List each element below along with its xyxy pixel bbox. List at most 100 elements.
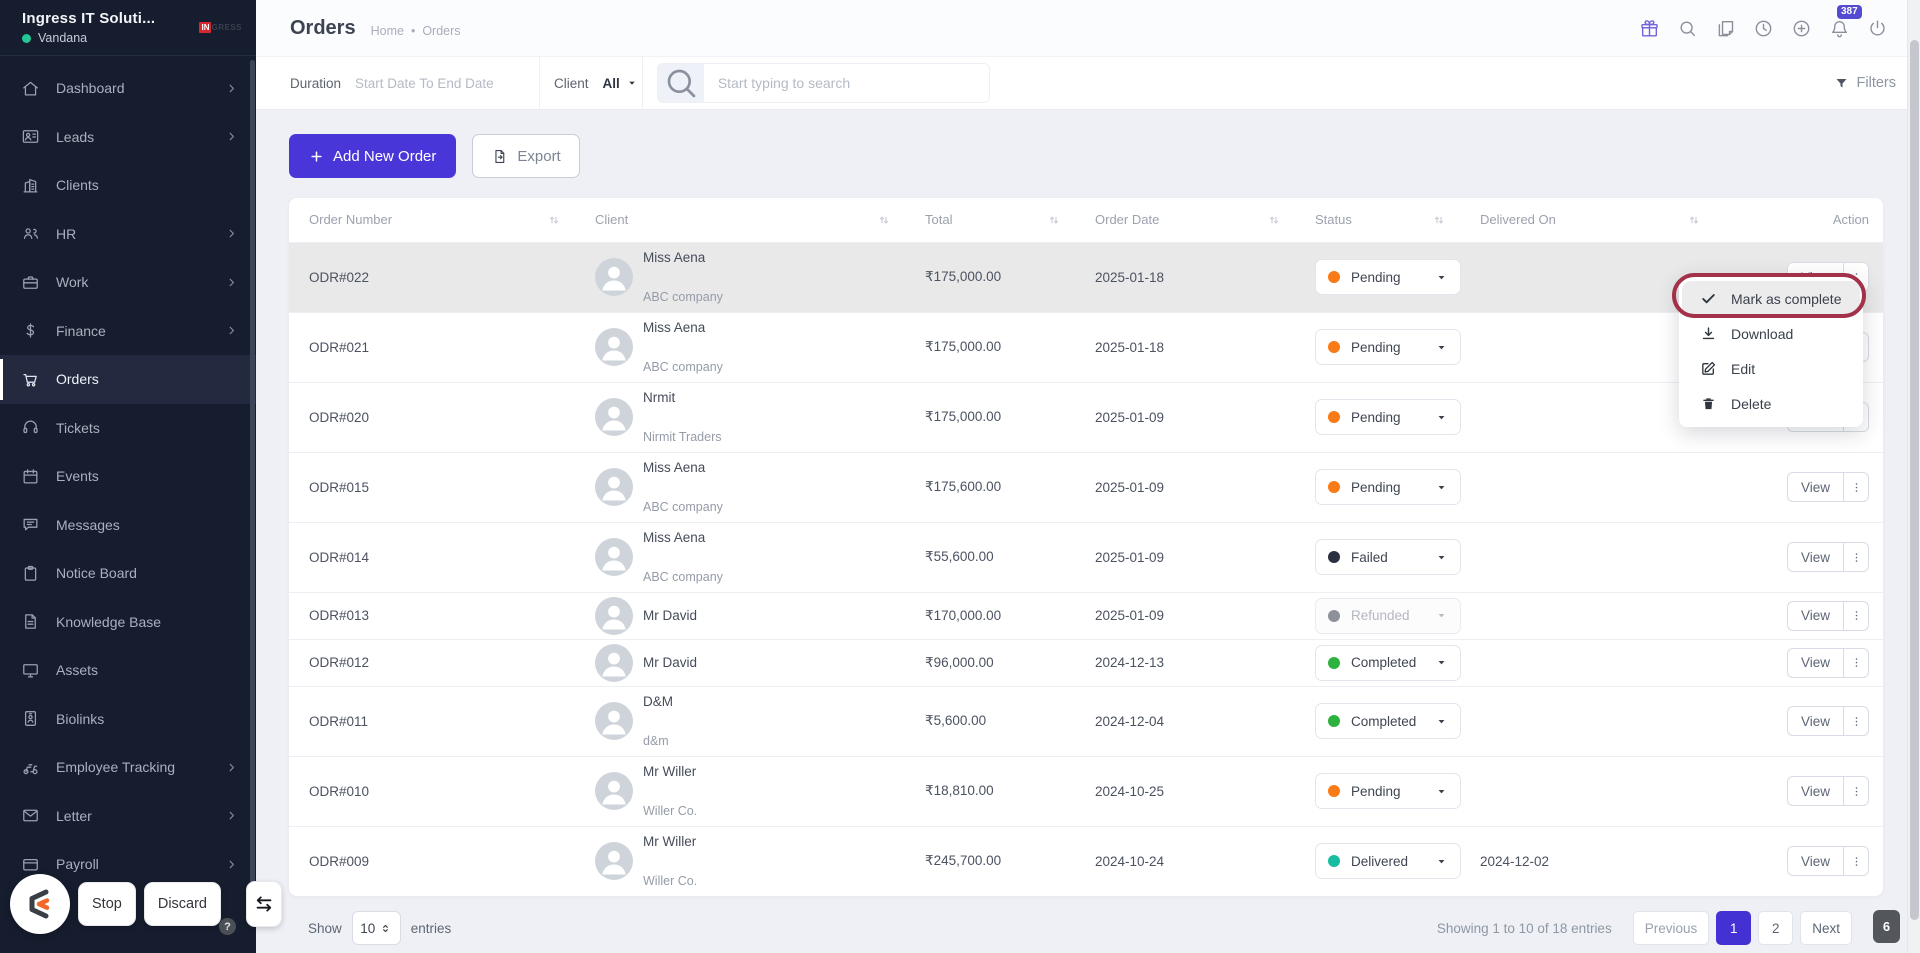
power-icon[interactable] xyxy=(1858,9,1896,47)
status-dropdown[interactable]: Pending xyxy=(1315,773,1461,809)
view-button[interactable]: View xyxy=(1786,600,1843,631)
client-name: Nrmit xyxy=(643,390,676,405)
client-company: ABC company xyxy=(643,290,723,304)
sidebar-item-letter[interactable]: Letter xyxy=(0,792,256,841)
row-menu-button[interactable] xyxy=(1843,647,1869,678)
column-header-order-date[interactable]: Order Date xyxy=(1075,198,1295,242)
status-dropdown[interactable]: Failed xyxy=(1315,539,1461,575)
help-badge[interactable]: ? xyxy=(219,918,236,935)
row-menu-button[interactable] xyxy=(1843,600,1869,631)
sidebar-item-clients[interactable]: Clients xyxy=(0,161,256,210)
menu-item-edit[interactable]: Edit xyxy=(1679,351,1863,386)
page-scrollbar[interactable] xyxy=(1907,0,1920,953)
content: Add New Order Export Order Number Client T… xyxy=(256,110,1920,953)
status-dropdown[interactable]: Completed xyxy=(1315,703,1461,739)
sidebar-item-events[interactable]: Events xyxy=(0,452,256,501)
sidebar-item-biolinks[interactable]: Biolinks xyxy=(0,695,256,744)
row-menu-button[interactable] xyxy=(1843,776,1869,806)
view-button[interactable]: View xyxy=(1786,846,1843,877)
total-cell: ₹175,000.00 xyxy=(925,339,1002,354)
scrollbar-thumb[interactable] xyxy=(1910,40,1919,920)
sidebar-item-messages[interactable]: Messages xyxy=(0,501,256,550)
swap-button[interactable] xyxy=(246,881,282,927)
filters-button[interactable]: Filters xyxy=(1834,75,1896,91)
action-cell: View xyxy=(1735,846,1869,877)
status-dropdown[interactable]: Refunded xyxy=(1315,597,1461,634)
status-dropdown[interactable]: Pending xyxy=(1315,469,1461,505)
view-button[interactable]: View xyxy=(1786,776,1843,806)
row-menu-button[interactable] xyxy=(1843,846,1869,877)
column-header-order-number[interactable]: Order Number xyxy=(289,198,575,242)
status-label: Completed xyxy=(1351,713,1417,729)
sidebar-item-finance[interactable]: Finance xyxy=(0,307,256,356)
status-dropdown[interactable]: Pending xyxy=(1315,399,1461,435)
page-button-2[interactable]: 2 xyxy=(1758,911,1794,945)
search-input[interactable] xyxy=(703,64,989,102)
search-icon[interactable] xyxy=(1668,9,1706,47)
view-button[interactable]: View xyxy=(1786,542,1843,572)
status-dropdown[interactable]: Pending xyxy=(1315,329,1461,365)
clock-icon[interactable] xyxy=(1744,9,1782,47)
add-new-order-button[interactable]: Add New Order xyxy=(289,134,457,178)
column-header-status[interactable]: Status xyxy=(1295,198,1460,242)
sidebar-item-leads[interactable]: Leads xyxy=(0,113,256,162)
view-button[interactable]: View xyxy=(1786,472,1843,502)
sidebar-item-notice-board[interactable]: Notice Board xyxy=(0,549,256,598)
plus-circle-icon[interactable] xyxy=(1782,9,1820,47)
page-button-1[interactable]: 1 xyxy=(1716,911,1752,945)
client-name: Mr Willer xyxy=(643,834,697,850)
sort-icon xyxy=(1267,213,1281,227)
column-header-client[interactable]: Client xyxy=(575,198,905,242)
client-name: Miss Aena xyxy=(643,320,706,335)
stop-button[interactable]: Stop xyxy=(78,882,136,926)
page-size-select[interactable]: 10 xyxy=(351,911,401,945)
row-menu-button[interactable] xyxy=(1843,706,1869,736)
client-company: Nirmit Traders xyxy=(643,430,722,444)
dollar-icon xyxy=(21,321,40,340)
total-cell: ₹245,700.00 xyxy=(925,853,1002,869)
total-cell: ₹175,600.00 xyxy=(925,479,1002,494)
action-cell: View xyxy=(1735,647,1869,678)
action-cell: View xyxy=(1735,706,1869,736)
bell-icon[interactable]: 387 xyxy=(1820,5,1862,47)
next-page-button[interactable]: Next xyxy=(1800,911,1852,945)
view-button[interactable]: View xyxy=(1786,706,1843,736)
discard-button[interactable]: Discard xyxy=(143,882,221,926)
status-dropdown[interactable]: Pending xyxy=(1315,259,1461,295)
status-dropdown[interactable]: Completed xyxy=(1315,644,1461,681)
client-cell: Miss Aena ABC company xyxy=(595,528,891,586)
sidebar-item-employee-tracking[interactable]: Employee Tracking xyxy=(0,743,256,792)
column-header-total[interactable]: Total xyxy=(905,198,1075,242)
table-footer: Show 10 entries Showing 1 to 10 of 18 en… xyxy=(289,908,1883,948)
sidebar-item-tickets[interactable]: Tickets xyxy=(0,404,256,453)
caret-down-icon xyxy=(1435,411,1448,424)
client-dropdown[interactable]: All xyxy=(603,76,638,91)
menu-item-mark-as-complete[interactable]: Mark as complete xyxy=(1682,281,1860,316)
menu-item-download[interactable]: Download xyxy=(1679,316,1863,351)
gift-icon[interactable] xyxy=(1630,9,1668,47)
extension-logo[interactable] xyxy=(10,874,70,934)
sidebar-item-hr[interactable]: HR xyxy=(0,210,256,259)
menu-item-delete[interactable]: Delete xyxy=(1679,386,1863,421)
date-range-input[interactable] xyxy=(355,75,536,91)
status-dropdown[interactable]: Delivered xyxy=(1315,843,1461,880)
sidebar-item-orders[interactable]: Orders xyxy=(0,355,256,404)
previous-page-button[interactable]: Previous xyxy=(1632,911,1710,945)
sidebar-item-dashboard[interactable]: Dashboard xyxy=(0,64,256,113)
order-number-cell: ODR#015 xyxy=(309,479,370,495)
sidebar-scrollbar[interactable] xyxy=(250,60,255,920)
sidebar-item-knowledge-base[interactable]: Knowledge Base xyxy=(0,598,256,647)
export-button[interactable]: Export xyxy=(472,134,580,178)
sidebar-item-assets[interactable]: Assets xyxy=(0,646,256,695)
column-header-delivered-on[interactable]: Delivered On xyxy=(1460,198,1715,242)
order-date-cell: 2025-01-09 xyxy=(1095,549,1165,565)
view-button[interactable]: View xyxy=(1786,647,1843,678)
sidebar-item-work[interactable]: Work xyxy=(0,258,256,307)
row-menu-button[interactable] xyxy=(1843,542,1869,572)
divider xyxy=(539,56,541,110)
order-date-cell: 2025-01-09 xyxy=(1095,409,1165,425)
breadcrumb-home[interactable]: Home xyxy=(371,24,404,38)
client-label: Client xyxy=(554,75,589,91)
row-menu-button[interactable] xyxy=(1843,472,1869,502)
notes-icon[interactable] xyxy=(1706,9,1744,47)
